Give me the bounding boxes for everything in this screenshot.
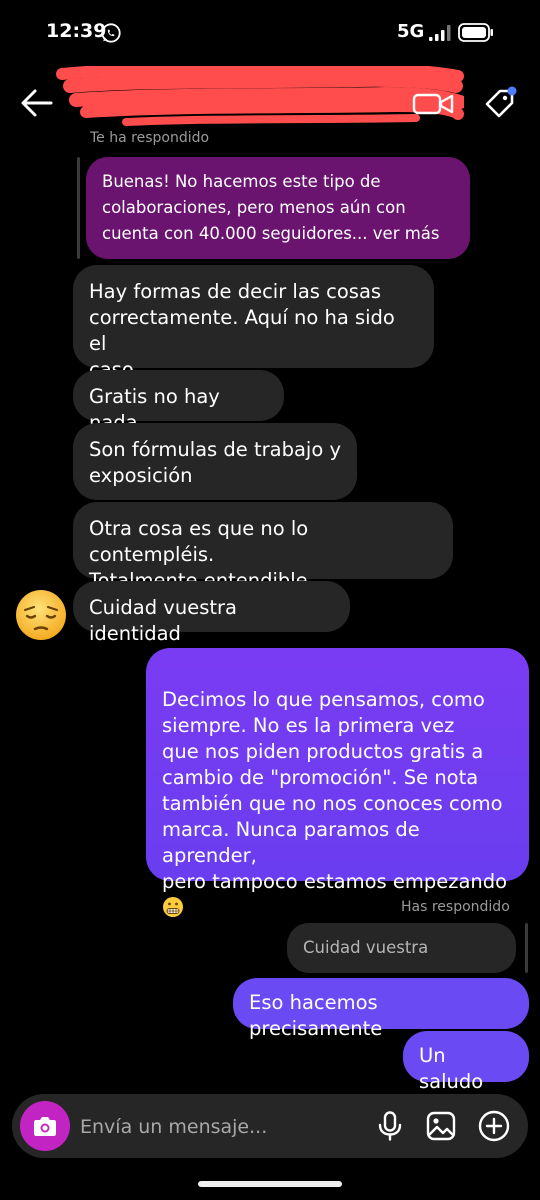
home-indicator[interactable]	[198, 1181, 342, 1187]
reply-label-them: Te ha respondido	[90, 130, 210, 146]
add-icon[interactable]	[478, 1110, 510, 1142]
incoming-message[interactable]: Son fórmulas de trabajo y exposición	[73, 423, 357, 500]
back-arrow-icon[interactable]	[20, 88, 54, 118]
chat-screen: 12:39 5G Te ha respondido Buenas! No hac…	[0, 0, 540, 1200]
camera-icon	[34, 1117, 56, 1136]
incoming-message[interactable]: Otra cosa es que no lo contempléis. Tota…	[73, 502, 453, 592]
outgoing-message[interactable]: Eso hacemos precisamente	[233, 978, 529, 1040]
reply-label-me: Has respondido	[401, 899, 510, 915]
incoming-message[interactable]: Cuidad vuestra identidad	[73, 581, 350, 645]
quoted-message-me[interactable]: Cuidad vuestra identidad	[287, 923, 516, 995]
tag-icon[interactable]	[482, 86, 518, 122]
battery-icon	[458, 23, 493, 42]
whatsapp-icon	[101, 23, 121, 43]
quoted-message-them[interactable]: Buenas! No hacemos este tipo de colabora…	[86, 157, 470, 259]
incoming-message[interactable]: Hay formas de decir las cosas correctame…	[73, 265, 434, 381]
camera-button[interactable]	[20, 1101, 70, 1151]
message-composer	[12, 1094, 528, 1158]
outgoing-message[interactable]: Decimos lo que pensamos, como siempre. N…	[146, 648, 529, 917]
reply-bar-them	[77, 157, 80, 259]
chat-header	[0, 62, 540, 142]
network-label: 5G	[397, 21, 425, 42]
status-time: 12:39	[46, 20, 107, 42]
grimacing-face-icon	[163, 897, 183, 917]
status-bar: 12:39 5G	[0, 0, 540, 66]
outgoing-message-text: Decimos lo que pensamos, como siempre. N…	[162, 688, 508, 893]
outgoing-message[interactable]: Un saludo	[403, 1031, 529, 1093]
pensive-face-icon[interactable]	[14, 588, 68, 642]
signal-icon	[429, 25, 451, 41]
video-call-icon[interactable]	[412, 92, 456, 116]
gallery-icon[interactable]	[426, 1111, 456, 1141]
message-input[interactable]	[78, 1108, 372, 1146]
microphone-icon[interactable]	[376, 1111, 404, 1141]
incoming-message[interactable]: Gratis no hay nada	[73, 370, 284, 434]
reply-bar-me	[525, 923, 528, 973]
